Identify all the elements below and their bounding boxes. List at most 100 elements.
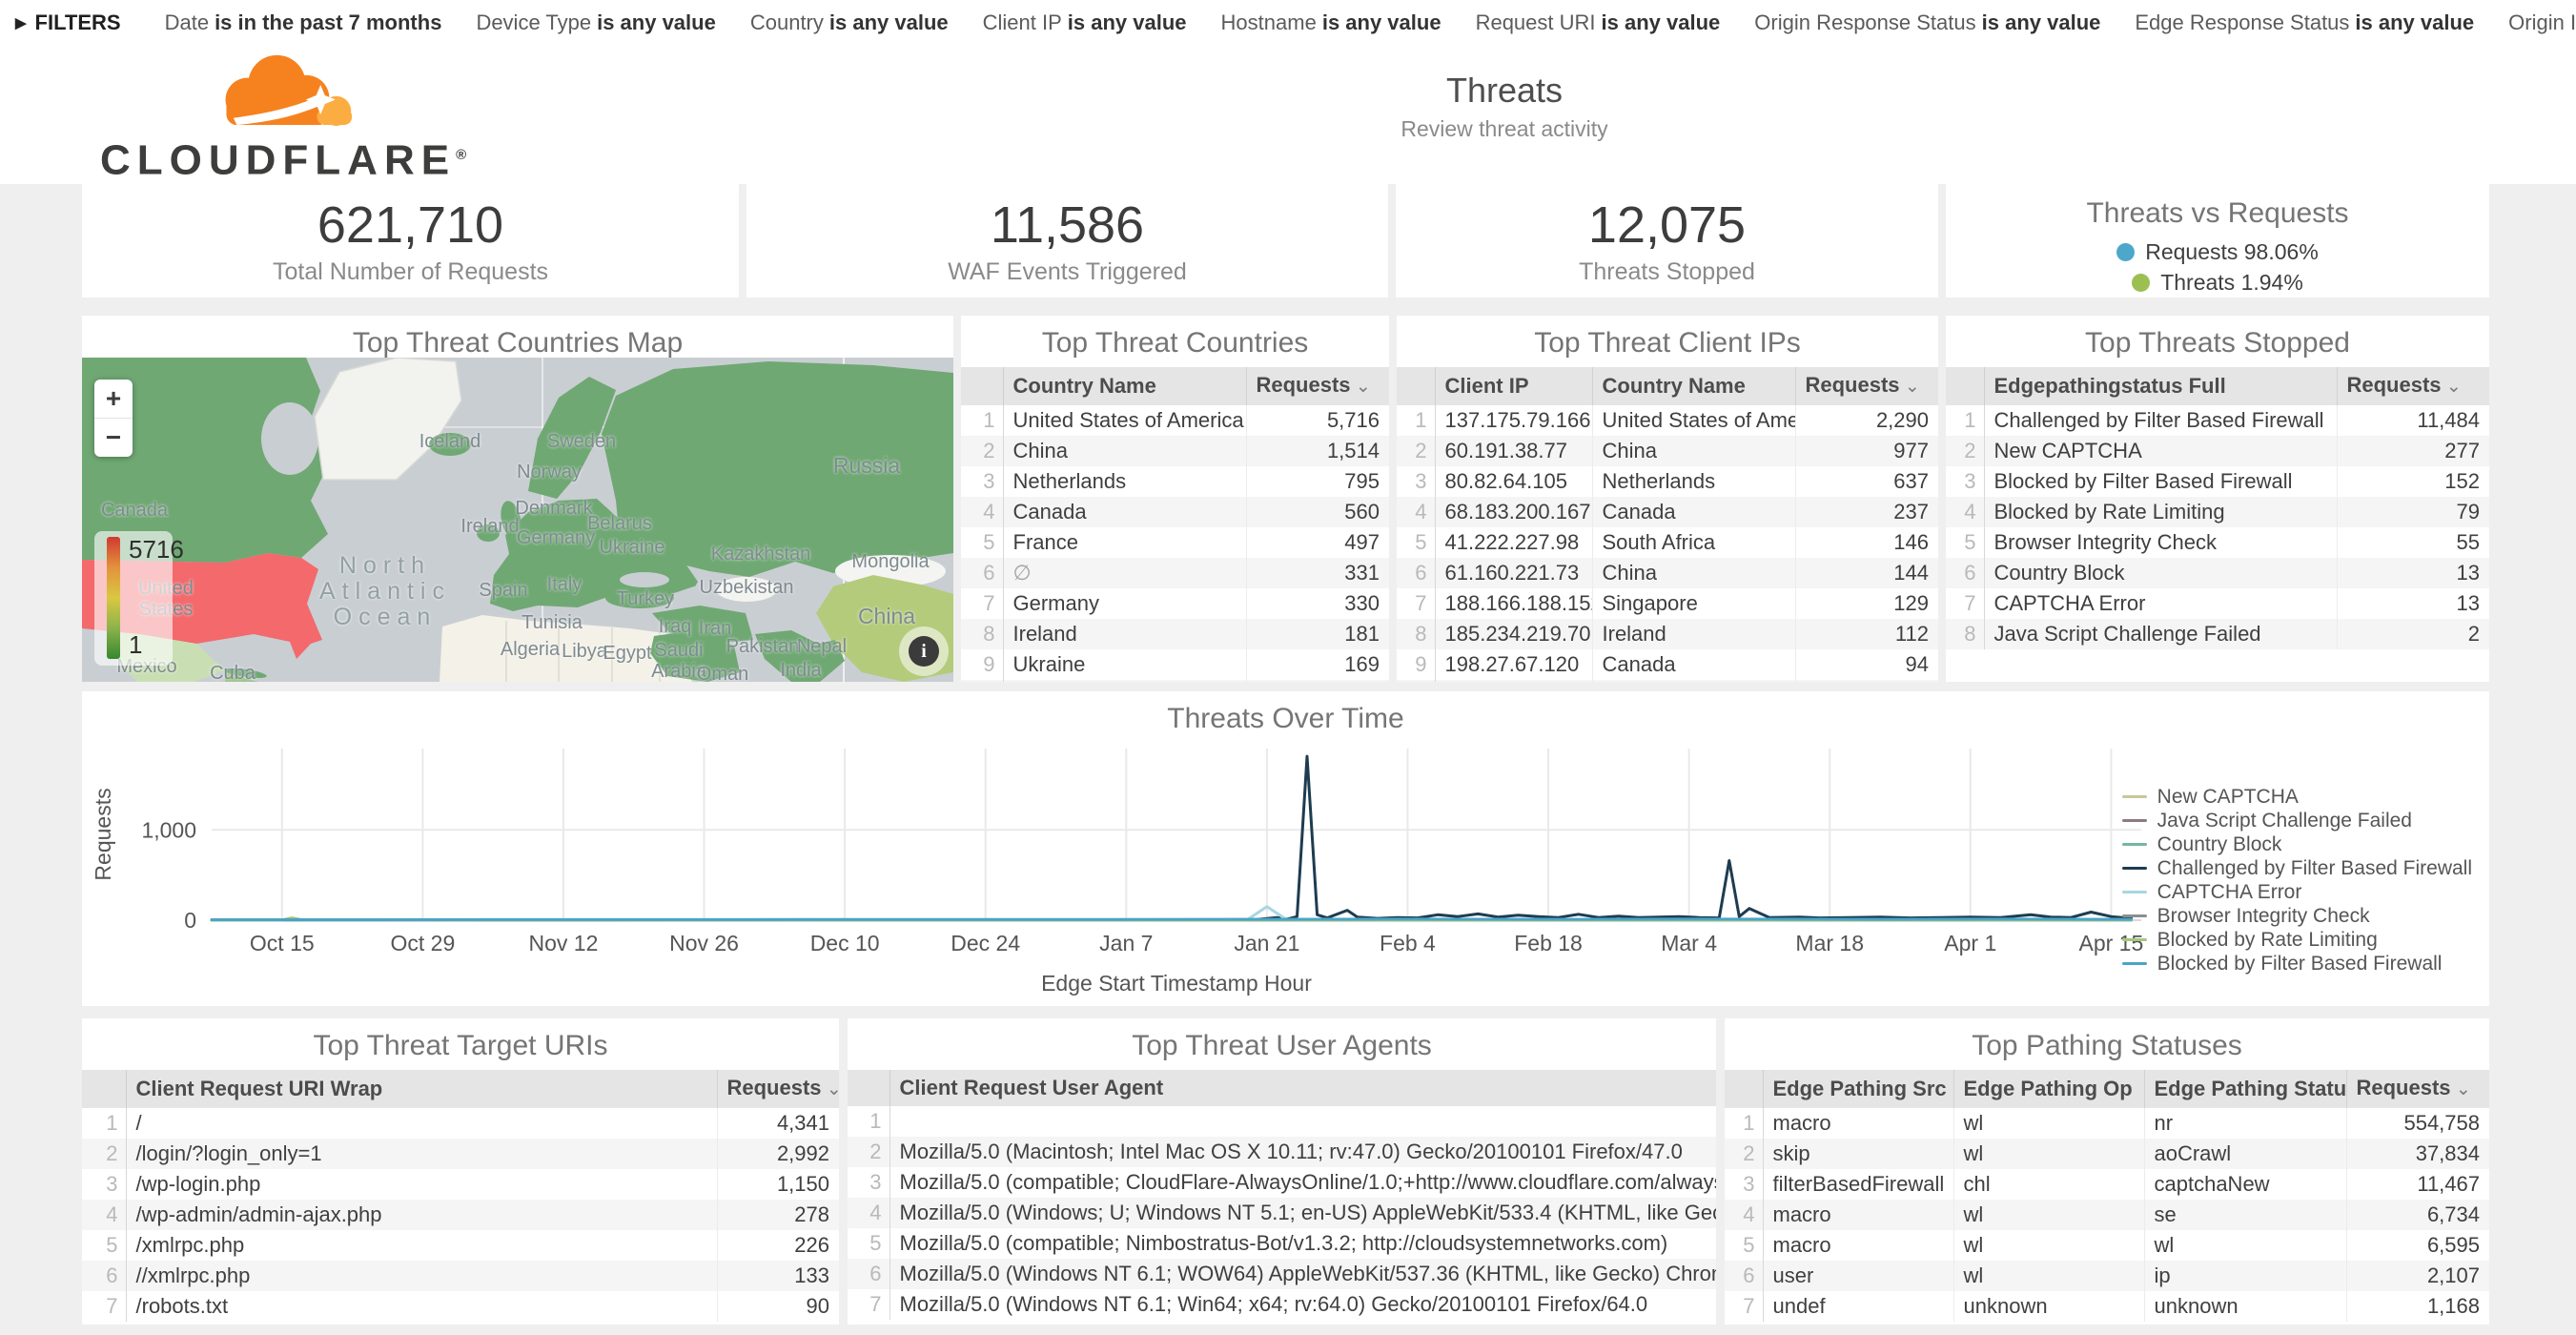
column-header[interactable]: Edgepathingstatus Full [1984,367,2337,405]
svg-text:Jan 21: Jan 21 [1234,931,1299,955]
map-country-label: Canada [101,500,168,521]
table-cell: 144 [1795,558,1938,588]
table-cell: Canada [1592,649,1795,680]
table-row: 1Challenged by Filter Based Firewall11,4… [1946,405,2489,436]
map-scale-max-value: 5716 [129,535,184,565]
map-panel-title: Top Threat Countries Map [82,316,953,359]
table-row: 4Canada560 [961,497,1389,527]
column-header[interactable]: Edge Pathing Src [1763,1070,1953,1108]
table-row: 8Ireland181 [961,619,1389,649]
filter-chip[interactable]: Origin IPis any value [2508,10,2576,34]
filter-bar: ▶ FILTERS Dateis in the past 7 months Dev… [0,0,2576,46]
filter-chip[interactable]: Countryis any value [750,10,949,34]
table-cell: France [1003,527,1246,558]
filter-chip[interactable]: Device Typeis any value [476,10,715,34]
chart-legend-item: Challenged by Filter Based Firewall [2122,856,2472,880]
filters-toggle-label: FILTERS [35,10,121,35]
column-header[interactable]: Client IP [1435,367,1592,405]
table-row: 10Singapore158 [961,680,1389,682]
column-header[interactable]: Requests ⌄ [2346,1070,2489,1108]
filters-toggle[interactable]: ▶ FILTERS [15,10,121,35]
top-threat-client-ips-table: Client IPCountry NameRequests ⌄1137.175.… [1397,367,1938,682]
map-country-label: India [780,660,821,681]
column-header[interactable]: Requests ⌄ [1246,367,1389,405]
threats-vs-requests-panel: Threats vs Requests Requests 98.06%Threa… [1946,184,2489,298]
row-rank: 3 [1397,466,1435,497]
table-cell: macro [1763,1230,1953,1261]
column-header[interactable]: Requests ⌄ [717,1070,839,1108]
column-header[interactable]: Requests ⌄ [1795,367,1938,405]
row-rank: 2 [82,1139,126,1169]
filter-chip[interactable]: Hostnameis any value [1221,10,1441,34]
rank-column-header [1946,367,1984,405]
table-cell: China [1592,558,1795,588]
column-header[interactable]: Country Name [1003,367,1246,405]
table-row: 9Ukraine169 [961,649,1389,680]
svg-text:Nov 12: Nov 12 [529,931,599,955]
table-cell: 88 [1795,680,1938,682]
table-cell: wl [1953,1261,2144,1291]
table-cell: /wp-login.php [126,1169,717,1200]
stat-waf-events-label: WAF Events Triggered [948,258,1187,286]
table-cell: Mozilla/5.0 (Windows NT 6.1; WOW64) Appl… [889,1259,1716,1289]
table-cell: wl [1953,1200,2144,1230]
rank-column-header [1725,1070,1763,1108]
table-row: 6Country Block13 [1946,558,2489,588]
table-cell: /wp-admin/admin-ajax.php [126,1200,717,1230]
table-row: 6userwlip2,107 [1725,1261,2489,1291]
world-map-canvas[interactable]: CanadaUnited StatesMexicoCubaNorthAtlant… [82,358,953,682]
filter-chip[interactable]: Dateis in the past 7 months [165,10,442,34]
filter-chip[interactable]: Client IPis any value [983,10,1187,34]
filter-chip[interactable]: Origin Response Statusis any value [1754,10,2100,34]
table-cell: China [1003,436,1246,466]
column-header[interactable]: Client Request User Agent [889,1070,1716,1106]
table-cell: 237 [1795,497,1938,527]
table-cell: /xmlrpc.php [126,1230,717,1261]
map-zoom-in-button[interactable]: + [94,380,133,419]
cloudflare-logo: CLOUDFLARE® [100,44,453,181]
chart-legend-item: Browser Integrity Check [2122,904,2472,928]
filter-chip[interactable]: Request URIis any value [1476,10,1721,34]
table-cell: 61.160.247.127 [1435,680,1592,682]
table-cell: 2,992 [717,1139,839,1169]
table-row: 4macrowlse6,734 [1725,1200,2489,1230]
map-country-label: Spain [479,580,527,601]
table-cell: Mozilla/5.0 (compatible; CloudFlare-Alwa… [889,1167,1716,1198]
map-info-button[interactable]: i [899,626,949,676]
threats-vs-requests-title: Threats vs Requests [1946,184,2489,230]
top-threat-client-ips-panel: Top Threat Client IPs Client IPCountry N… [1397,316,1938,682]
table-cell: filterBasedFirewall [1763,1169,1953,1200]
table-cell: wl [2144,1230,2346,1261]
column-header[interactable]: Country Name [1592,367,1795,405]
table-cell: captchaNew [2144,1169,2346,1200]
map-zoom-out-button[interactable]: − [94,419,133,457]
table-cell: 1,168 [2346,1291,2489,1322]
table-row: 8Java Script Challenge Failed2 [1946,619,2489,649]
column-header[interactable]: Edge Pathing Op [1953,1070,2144,1108]
column-header[interactable]: Requests ⌄ [2337,367,2489,405]
stat-total-requests-label: Total Number of Requests [273,258,548,286]
table-cell: Ireland [1592,619,1795,649]
table-row: 7undefunknownunknown1,168 [1725,1291,2489,1322]
row-rank: 4 [1946,497,1984,527]
table-cell: Mozilla/5.0 (compatible; Nimbostratus-Bo… [889,1228,1716,1259]
column-header[interactable]: Client Request URI Wrap [126,1070,717,1108]
top-pathing-statuses-title: Top Pathing Statuses [1725,1018,2489,1062]
table-cell: 1,514 [1246,436,1389,466]
svg-text:Nov 26: Nov 26 [669,931,739,955]
map-country-label: Algeria [501,639,560,660]
top-threat-target-uris-title: Top Threat Target URIs [82,1018,839,1062]
table-row: 7/robots.txt90 [82,1291,839,1322]
table-cell: 795 [1246,466,1389,497]
map-country-label: Ukraine [600,537,665,558]
table-row: 5France497 [961,527,1389,558]
table-row: 4Blocked by Rate Limiting79 [1946,497,2489,527]
row-rank: 3 [961,466,1003,497]
legend-line-swatch-icon [2122,867,2147,870]
top-threat-countries-panel: Top Threat Countries Country NameRequest… [961,316,1389,682]
row-rank: 3 [1946,466,1984,497]
filter-chip[interactable]: Edge Response Statusis any value [2135,10,2474,34]
sort-chevron-icon: ⌄ [2442,377,2462,397]
column-header[interactable]: Edge Pathing Status [2144,1070,2346,1108]
chart-legend-item: Java Script Challenge Failed [2122,809,2472,832]
